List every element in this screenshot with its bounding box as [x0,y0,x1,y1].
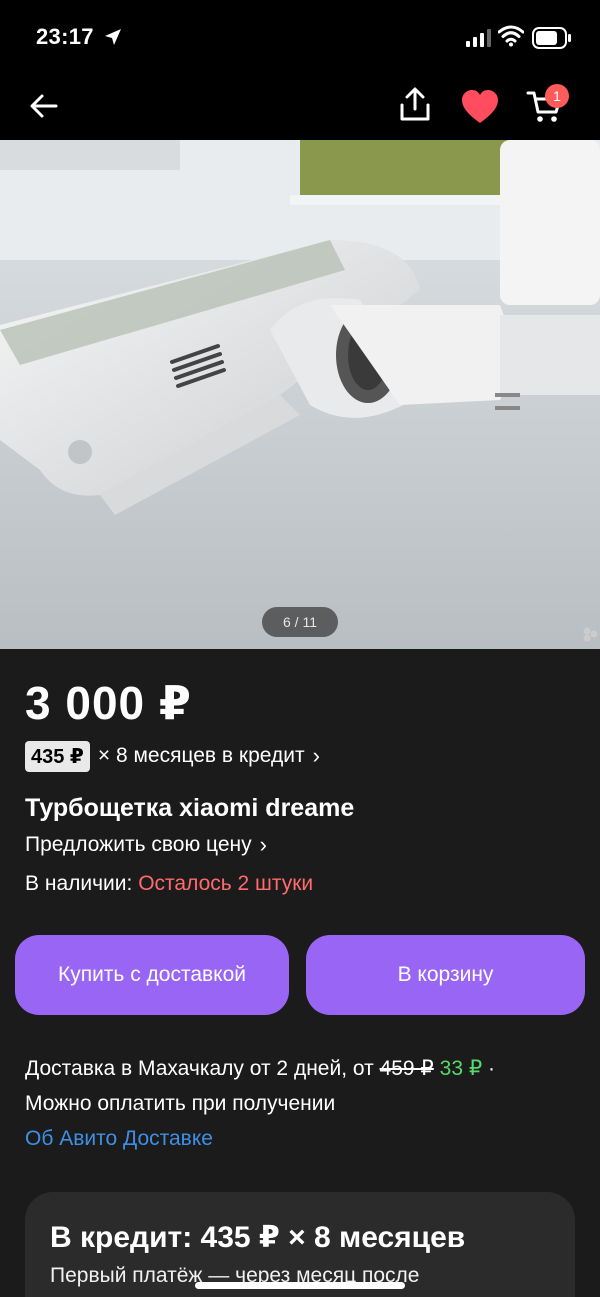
offer-price-label: Предложить свою цену [25,833,252,856]
credit-amount-badge: 435 ₽ [25,740,90,772]
wifi-icon [498,25,524,47]
location-arrow-icon [105,29,121,45]
payment-on-delivery: Можно оплатить при получении [25,1092,336,1115]
status-bar: 23:17 [0,0,600,78]
product-price: 3 000 ₽ [25,677,192,729]
favorite-heart-icon[interactable] [461,90,499,124]
add-to-cart-button[interactable]: В корзину [306,935,585,1015]
stock-label: В наличии: [25,872,133,895]
delivery-line: Доставка в Махачкалу от 2 дней, от 459 ₽… [25,1051,585,1086]
chevron-right-icon: › [312,743,320,768]
delivery-new-price: 33 ₽ [439,1057,483,1080]
credit-card-title: В кредит: 435 ₽ × 8 месяцев [50,1221,466,1254]
more-dots-icon[interactable] [582,626,598,642]
delivery-text: Доставка в Махачкалу от 2 дней, от [25,1057,374,1080]
cart-count-badge: 1 [545,84,569,108]
product-photo[interactable] [0,140,600,649]
back-arrow-icon[interactable] [28,90,60,122]
cellular-signal-icon [466,29,491,47]
delivery-separator: · [488,1057,496,1080]
delivery-old-price: 459 ₽ [379,1057,434,1080]
stock-info: В наличии: Осталось 2 штуки [25,872,313,896]
chevron-right-icon: › [259,832,267,857]
product-screen: 23:17 1 6 / 11 3 000 ₽ 435 ₽ × 8 месяцев… [0,0,600,1297]
credit-offer-link[interactable]: 435 ₽ × 8 месяцев в кредит › [25,740,320,772]
photo-counter: 6 / 11 [262,607,338,637]
product-photo-image [0,140,600,649]
status-time: 23:17 [36,24,94,49]
delivery-info: Доставка в Махачкалу от 2 дней, от 459 ₽… [25,1051,585,1156]
stock-status: Осталось 2 штуки [138,872,314,895]
offer-price-link[interactable]: Предложить свою цену › [25,832,267,858]
top-nav-bar: 1 [0,78,600,140]
buy-with-delivery-button[interactable]: Купить с доставкой [15,935,289,1015]
share-icon[interactable] [398,87,432,123]
product-title: Турбощетка xiaomi dreame [25,794,355,822]
credit-terms-text: × 8 месяцев в кредит [97,744,305,767]
avito-delivery-link[interactable]: Об Авито Доставке [25,1121,585,1156]
battery-icon [532,27,571,49]
home-indicator[interactable] [195,1282,405,1289]
